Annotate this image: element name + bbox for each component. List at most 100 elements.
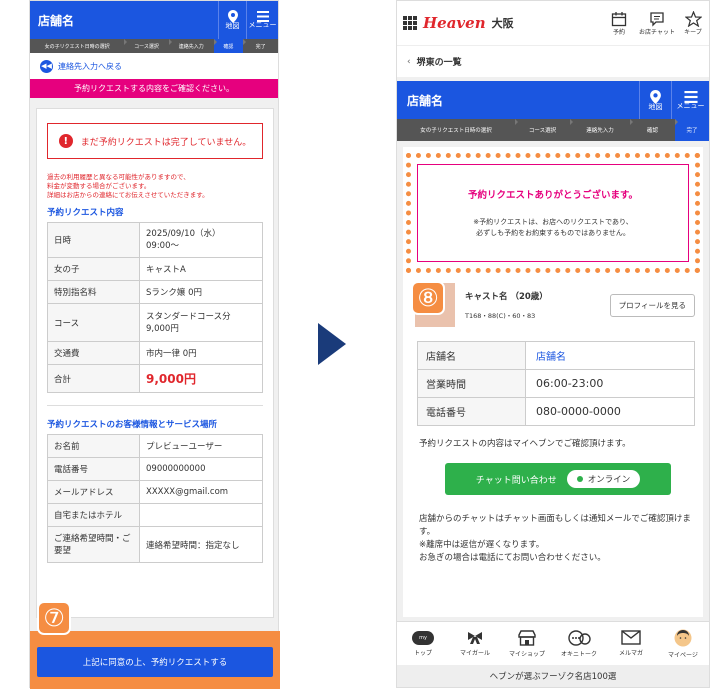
shop-name-link[interactable]: 店舗名: [525, 341, 695, 370]
table-row: 合計 9,000円: [47, 364, 263, 393]
table-row: 交通費 市内一律 0円: [47, 341, 263, 365]
alert-icon: !: [58, 134, 73, 148]
right-screen: Heaven 大阪 予約 お店チャット キープ ‹ 堺東の一覧 店舗名 地図 メ…: [396, 0, 710, 688]
keep-label: キープ: [684, 28, 702, 36]
table-row: お名前 プレビューユーザー: [47, 434, 263, 458]
shop-name-value[interactable]: 店舗名: [536, 352, 566, 363]
nav-mailmag[interactable]: メルマガ: [605, 622, 657, 665]
chat-inquiry-label: チャット問い合わせ: [475, 475, 557, 486]
heaven-logo[interactable]: Heaven: [423, 14, 486, 32]
row-value: 市内一律 0円: [139, 341, 263, 365]
table-row: 店舗名 店舗名: [417, 341, 695, 370]
menu-icon: [683, 90, 698, 103]
row-label: 特別指名料: [47, 280, 140, 304]
nav-mygirl[interactable]: マイガール: [449, 622, 501, 665]
left-step-1: 女の子リクエスト日時の選択: [30, 39, 128, 53]
nav-okinitalk[interactable]: オキニトーク: [553, 622, 605, 665]
right-menu-label: メニュー: [676, 101, 705, 110]
left-map-button[interactable]: 地図: [218, 1, 246, 39]
nav-top-label: トップ: [413, 649, 432, 657]
step-7-badge: ⑦: [37, 601, 71, 635]
total-value: 9,000円: [139, 364, 263, 393]
table-row: 特別指名料 Sランク嬢 0円: [47, 280, 263, 304]
nav-mypage[interactable]: マイページ: [657, 622, 709, 665]
left-screen: 店舗名 地図 メニュー 女の子リクエスト日時の選択 コース選択 連絡先入力 確認…: [29, 0, 280, 689]
thanks-card: 予約リクエストありがとうございます。 ※予約リクエストは、お店へのリクエストであ…: [403, 147, 703, 617]
cast-name: キャスト名 （20歳）: [465, 292, 548, 302]
nav-myshop-label: マイショップ: [508, 650, 545, 658]
row-label: メールアドレス: [47, 480, 140, 504]
table-row: 自宅またはホテル: [47, 503, 263, 527]
table-row: コース スタンダードコース分 9,000円: [47, 303, 263, 342]
row-label: 電話番号: [417, 397, 526, 426]
step-8-badge: ⑧: [411, 281, 445, 315]
notice-line-1: 過去の利用履歴と異なる可能性がありますので、: [47, 173, 190, 181]
row-value: キャストA: [139, 257, 263, 281]
table-row: メールアドレス XXXXX@gmail.com: [47, 480, 263, 504]
reserve-label: 予約: [612, 28, 625, 36]
avatar-icon: [674, 629, 692, 646]
section-customer-title: 予約リクエストのお客様情報とサービス場所: [47, 420, 218, 430]
confirm-card: ! まだ予約リクエストは完了していません。 過去の利用履歴と異なる可能性がありま…: [36, 108, 274, 618]
shop-chat-button[interactable]: お店チャット: [637, 11, 677, 36]
table-row: 女の子 キャストA: [47, 257, 263, 281]
talk-bubble-icon: [568, 629, 591, 646]
customer-table: お名前 プレビューユーザー 電話番号 09000000000 メールアドレス XXXX…: [47, 434, 263, 563]
footer-banner[interactable]: ヘブンが選ぶフーゾク名店100選: [397, 665, 709, 687]
table-row: 日時 2025/09/10（水）09:00〜: [47, 222, 263, 258]
left-step-2: コース選択: [124, 39, 172, 53]
row-label: 日時: [47, 222, 140, 258]
right-map-button[interactable]: 地図: [639, 81, 671, 119]
next-arrow-icon: [318, 323, 346, 365]
right-header: 店舗名 地図 メニュー: [397, 81, 709, 119]
notice-line-2: 料金が変動する場合がございます。: [47, 182, 151, 190]
keep-button[interactable]: キープ: [677, 10, 709, 36]
row-value: 06:00-23:00: [525, 369, 695, 398]
thanks-note-1: ※予約リクエストは、お店へのリクエストであり、: [473, 218, 633, 226]
left-step-3: 連絡先入力: [169, 39, 217, 53]
bottom-nav: my トップ マイガール マイショップ オキニトーク メルマガ マイページ: [397, 621, 709, 665]
row-value: 09000000000: [139, 457, 263, 481]
thanks-note-2: 必ずしも予約をお約束するものではありません。: [476, 229, 630, 237]
right-menu-button[interactable]: メニュー: [671, 81, 709, 119]
breadcrumb[interactable]: ‹ 堺東の一覧: [397, 45, 709, 77]
chat-info-line-1: 店舗からのチャットはチャット画面もしくは通知メールでご確認頂けます。: [419, 514, 691, 537]
online-badge: オンライン: [566, 470, 641, 488]
nav-mailmag-label: メルマガ: [618, 650, 643, 657]
table-row: 電話番号 09000000000: [47, 457, 263, 481]
region-label[interactable]: 大阪: [492, 15, 601, 31]
back-link[interactable]: ◀◀ 連絡先入力へ戻る: [30, 53, 278, 79]
row-value: プレビューユーザー: [139, 434, 263, 458]
left-step-bar: 女の子リクエスト日時の選択 コース選択 連絡先入力 確認 完了: [30, 39, 278, 53]
right-step-1: 女の子リクエスト日時の選択: [397, 119, 518, 141]
online-label: オンライン: [587, 475, 631, 485]
nav-mygirl-label: マイガール: [459, 649, 490, 657]
shop-chat-label: お店チャット: [639, 28, 675, 36]
cast-row[interactable]: キャスト名 （20歳） T168・88(C)・60・83 プロフィールを見る: [415, 283, 695, 327]
left-header: 店舗名 地図 メニュー: [30, 1, 278, 39]
online-dot-icon: [576, 476, 583, 482]
nav-top[interactable]: my トップ: [397, 622, 449, 665]
incomplete-alert: ! まだ予約リクエストは完了していません。: [47, 123, 263, 159]
thanks-box: 予約リクエストありがとうございます。 ※予約リクエストは、お店へのリクエストであ…: [417, 164, 689, 262]
left-menu-button[interactable]: メニュー: [246, 1, 278, 39]
nav-myshop[interactable]: マイショップ: [501, 622, 553, 665]
reservation-table: 日時 2025/09/10（水）09:00〜 女の子 キャストA 特別指名料 Sランク…: [47, 222, 263, 393]
table-row: 電話番号 080-0000-0000: [417, 397, 695, 426]
grid-menu-icon[interactable]: [403, 16, 417, 30]
row-label: 合計: [47, 364, 140, 393]
reserve-button[interactable]: 予約: [601, 11, 637, 36]
mypage-confirm-text: 予約リクエストの内容はマイヘブンでご確認頂けます。: [419, 439, 631, 449]
contact-label: ご連絡希望時間・ご要望: [54, 533, 131, 556]
table-row: ご連絡希望時間・ご要望 連絡希望時間：指定なし: [47, 526, 263, 563]
datetime-value: 2025/09/10（水）09:00〜: [146, 229, 221, 251]
submit-button[interactable]: 上記に同意の上、予約リクエストする: [37, 647, 273, 677]
chat-inquiry-button[interactable]: チャット問い合わせ オンライン: [445, 463, 671, 495]
cast-specs: T168・88(C)・60・83: [465, 312, 536, 320]
row-value: Sランク嬢 0円: [139, 280, 263, 304]
submit-area: 上記に同意の上、予約リクエストする: [30, 631, 280, 689]
table-row: 営業時間 06:00-23:00: [417, 369, 695, 398]
thanks-highlight: 予約リクエストありがとうございます。 ※予約リクエストは、お店へのリクエストであ…: [406, 153, 700, 273]
profile-button[interactable]: プロフィールを見る: [609, 293, 695, 317]
chat-info-line-2: ※離席中は返信が遅くなります。: [419, 540, 545, 550]
